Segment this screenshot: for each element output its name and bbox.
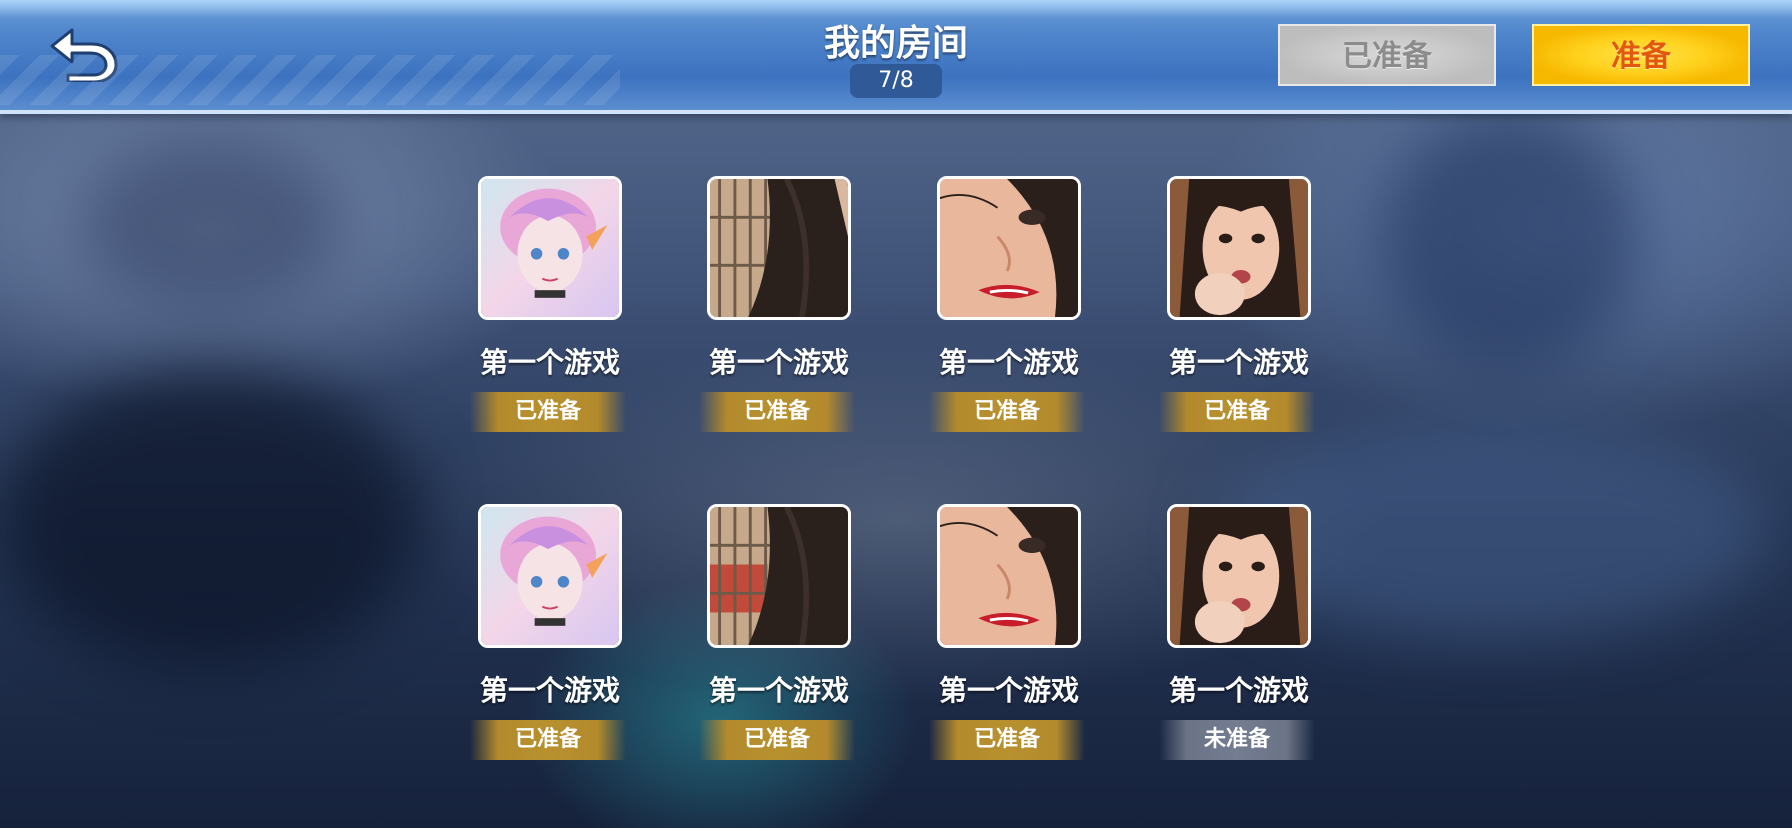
avatar <box>707 176 851 320</box>
anime-girl-avatar-icon <box>481 507 619 645</box>
status-badge: 已准备 <box>470 392 626 432</box>
player-slot[interactable]: 第一个游戏 未准备 <box>1157 504 1317 764</box>
ready-button[interactable]: 准备 <box>1532 24 1750 86</box>
player-count-badge: 7/8 <box>850 64 942 98</box>
status-badge: 已准备 <box>1159 392 1315 432</box>
avatar <box>478 176 622 320</box>
player-slot[interactable]: 第一个游戏 已准备 <box>697 176 857 436</box>
player-slot[interactable]: 第一个游戏 已准备 <box>927 176 1087 436</box>
status-badge: 已准备 <box>929 720 1085 760</box>
avatar <box>478 504 622 648</box>
status-badge: 未准备 <box>1159 720 1315 760</box>
face-closeup-avatar-icon <box>940 179 1078 317</box>
player-name: 第一个游戏 <box>1168 346 1309 379</box>
player-name: 第一个游戏 <box>479 674 620 707</box>
hair-window-avatar-icon <box>710 179 848 317</box>
avatar <box>937 504 1081 648</box>
background-blur <box>80 140 340 310</box>
girl-eating-avatar-icon <box>1170 179 1308 317</box>
player-name: 第一个游戏 <box>1168 674 1309 707</box>
player-slot[interactable]: 第一个游戏 已准备 <box>468 176 628 436</box>
hair-window-avatar-icon <box>710 507 848 645</box>
avatar <box>937 176 1081 320</box>
status-badge: 已准备 <box>470 720 626 760</box>
face-closeup-avatar-icon <box>940 507 1078 645</box>
status-badge: 已准备 <box>699 720 855 760</box>
girl-eating-avatar-icon <box>1170 507 1308 645</box>
player-name: 第一个游戏 <box>479 346 620 379</box>
player-name: 第一个游戏 <box>938 346 1079 379</box>
already-ready-button[interactable]: 已准备 <box>1278 24 1496 86</box>
player-slot[interactable]: 第一个游戏 已准备 <box>927 504 1087 764</box>
player-name: 第一个游戏 <box>938 674 1079 707</box>
avatar <box>707 504 851 648</box>
avatar <box>1167 504 1311 648</box>
top-bar: 我的房间 7/8 已准备 准备 <box>0 0 1792 114</box>
page-title: 我的房间 <box>823 23 968 64</box>
player-slot[interactable]: 第一个游戏 已准备 <box>697 504 857 764</box>
background-blur <box>1380 110 1640 370</box>
player-slot[interactable]: 第一个游戏 已准备 <box>1157 176 1317 436</box>
avatar <box>1167 176 1311 320</box>
background-blur <box>0 370 420 670</box>
anime-girl-avatar-icon <box>481 179 619 317</box>
status-badge: 已准备 <box>929 392 1085 432</box>
player-slot[interactable]: 第一个游戏 已准备 <box>468 504 628 764</box>
room-screen: 我的房间 7/8 已准备 准备 第一个游戏 已准备 第一个游戏 已准备 第一个游… <box>0 0 1792 828</box>
player-name: 第一个游戏 <box>708 346 849 379</box>
status-badge: 已准备 <box>699 392 855 432</box>
player-name: 第一个游戏 <box>708 674 849 707</box>
